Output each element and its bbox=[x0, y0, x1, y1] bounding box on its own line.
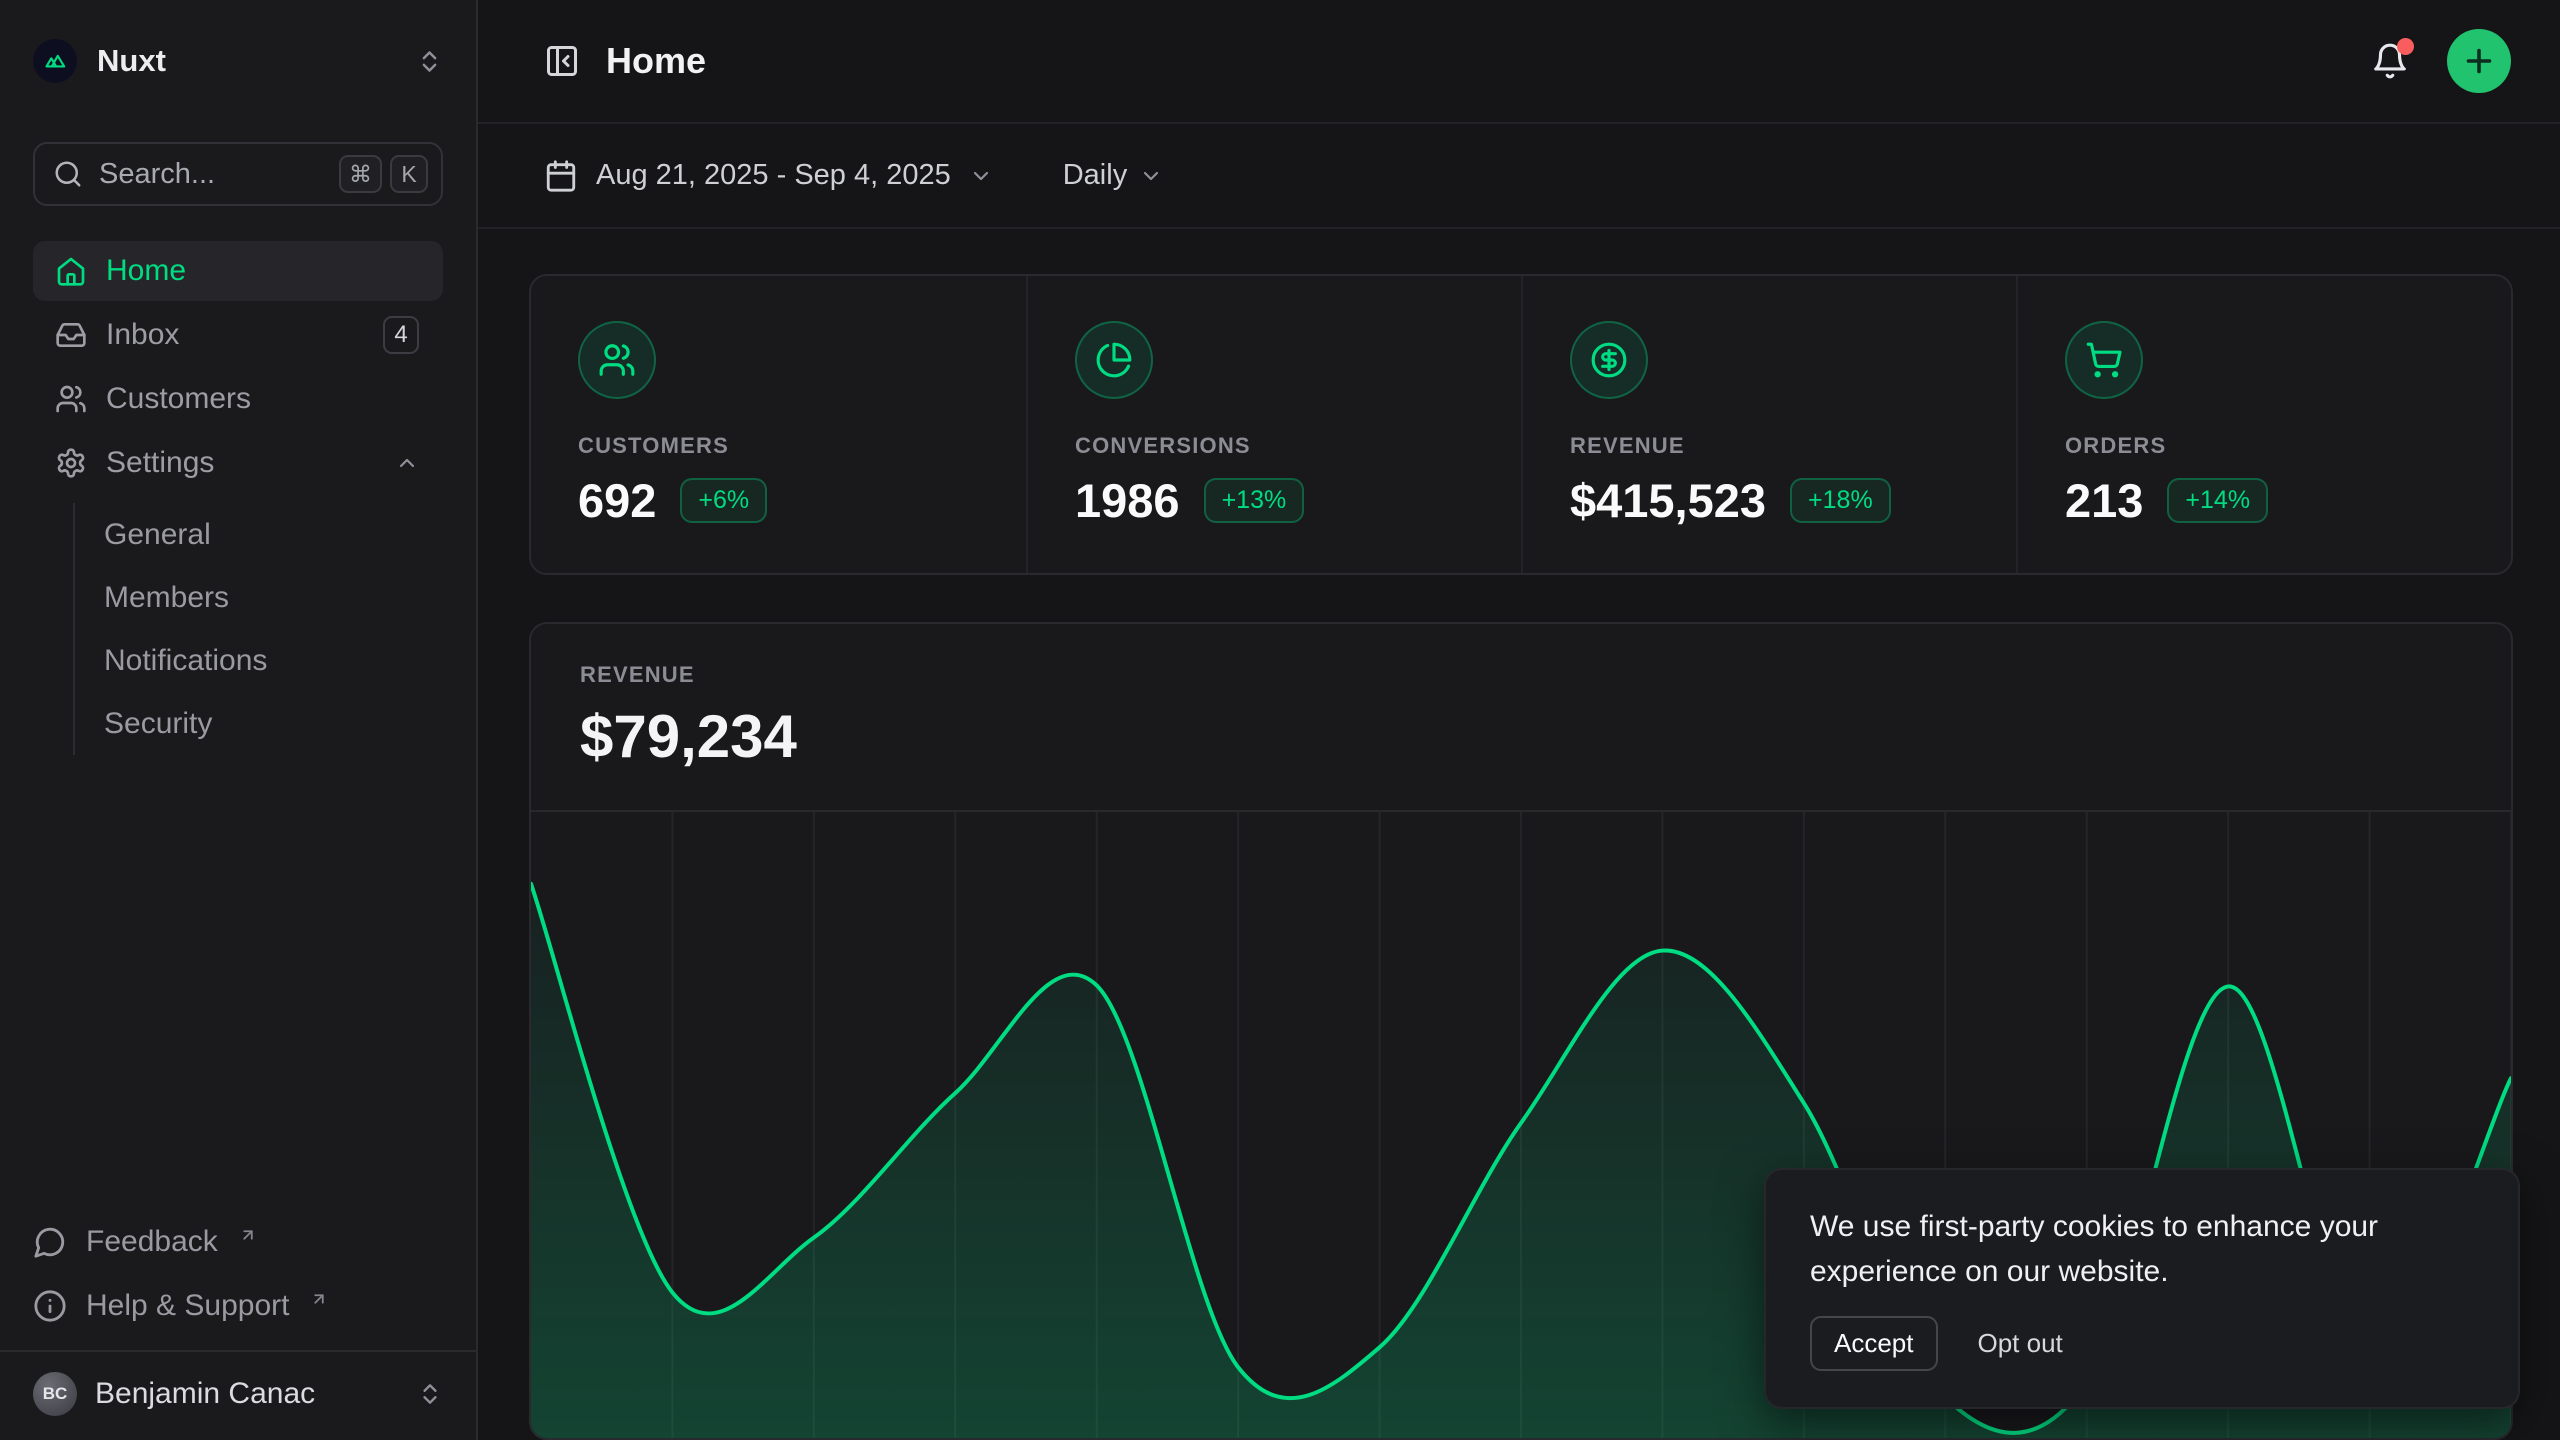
sidebar-item-inbox[interactable]: Inbox 4 bbox=[33, 305, 443, 365]
message-circle-icon bbox=[33, 1225, 67, 1259]
sidebar-item-security[interactable]: Security bbox=[104, 692, 443, 755]
inbox-icon bbox=[55, 319, 87, 351]
feedback-link[interactable]: Feedback bbox=[33, 1222, 443, 1262]
search-input[interactable]: Search... ⌘ K bbox=[33, 142, 443, 206]
arrow-up-right-icon bbox=[310, 1290, 328, 1308]
workspace-name: Nuxt bbox=[97, 43, 166, 79]
date-range-picker[interactable]: Aug 21, 2025 - Sep 4, 2025 bbox=[544, 159, 993, 193]
pie-chart-icon bbox=[1075, 321, 1153, 399]
sidebar-item-label: Customers bbox=[106, 382, 419, 416]
inbox-unread-badge: 4 bbox=[383, 316, 419, 354]
sidebar-item-home[interactable]: Home bbox=[33, 241, 443, 301]
sidebar-item-members[interactable]: Members bbox=[104, 566, 443, 629]
stat-card-conversions[interactable]: CONVERSIONS 1986 +13% bbox=[1026, 276, 1521, 573]
cookie-banner: We use first-party cookies to enhance yo… bbox=[1764, 1168, 2520, 1409]
sidebar-item-label: Settings bbox=[106, 446, 376, 480]
search-shortcut: ⌘ K bbox=[339, 155, 428, 193]
plus-icon bbox=[2461, 43, 2497, 79]
sidebar-item-customers[interactable]: Customers bbox=[33, 369, 443, 429]
shopping-cart-icon bbox=[2065, 321, 2143, 399]
settings-subnav: General Members Notifications Security bbox=[73, 503, 443, 755]
kbd-command: ⌘ bbox=[339, 155, 382, 193]
add-button[interactable] bbox=[2447, 29, 2511, 93]
home-icon bbox=[55, 255, 87, 287]
stat-value: 1986 bbox=[1075, 473, 1180, 528]
cookie-message: We use first-party cookies to enhance yo… bbox=[1810, 1204, 2474, 1294]
stat-label: CONVERSIONS bbox=[1075, 433, 1481, 459]
stat-delta-badge: +18% bbox=[1790, 478, 1891, 523]
user-name: Benjamin Canac bbox=[95, 1377, 315, 1411]
stat-card-revenue[interactable]: REVENUE $415,523 +18% bbox=[1521, 276, 2016, 573]
sidebar-item-label: Inbox bbox=[106, 318, 364, 352]
opt-out-button[interactable]: Opt out bbox=[1978, 1328, 2063, 1359]
arrow-up-right-icon bbox=[239, 1226, 257, 1244]
settings-icon bbox=[55, 447, 87, 479]
sidebar-inner: Nuxt Search... ⌘ K bbox=[0, 0, 476, 1350]
sidebar-item-settings[interactable]: Settings bbox=[33, 433, 443, 493]
cookie-actions: Accept Opt out bbox=[1810, 1316, 2474, 1371]
stats-grid: CUSTOMERS 692 +6% CONVERSIONS 1986 +13% bbox=[529, 274, 2513, 575]
app-root: Nuxt Search... ⌘ K bbox=[0, 0, 2560, 1440]
search-icon bbox=[53, 159, 83, 189]
sidebar-item-label: Home bbox=[106, 254, 419, 288]
stat-delta-badge: +14% bbox=[2167, 478, 2268, 523]
page-title: Home bbox=[606, 40, 706, 82]
help-support-link[interactable]: Help & Support bbox=[33, 1286, 443, 1326]
chevron-up-icon bbox=[395, 451, 419, 475]
revenue-chart-label: REVENUE bbox=[580, 662, 2511, 688]
users-icon bbox=[578, 321, 656, 399]
avatar: BC bbox=[33, 1372, 77, 1416]
toolbar: Aug 21, 2025 - Sep 4, 2025 Daily bbox=[478, 124, 2560, 229]
stat-value: 213 bbox=[2065, 473, 2143, 528]
chevrons-up-down-icon bbox=[417, 1381, 443, 1407]
kbd-k: K bbox=[390, 155, 428, 193]
users-icon bbox=[55, 383, 87, 415]
chevrons-up-down-icon[interactable] bbox=[416, 48, 443, 75]
sidebar-item-general[interactable]: General bbox=[104, 503, 443, 566]
stat-label: REVENUE bbox=[1570, 433, 1976, 459]
header-actions bbox=[2371, 29, 2511, 93]
sidebar-spacer bbox=[33, 757, 443, 1222]
workspace-switcher[interactable]: Nuxt bbox=[33, 38, 443, 84]
stat-value: 692 bbox=[578, 473, 656, 528]
sidebar: Nuxt Search... ⌘ K bbox=[0, 0, 478, 1440]
revenue-chart-total: $79,234 bbox=[580, 702, 2511, 771]
sidebar-item-notifications[interactable]: Notifications bbox=[104, 629, 443, 692]
panel-left-close-icon[interactable] bbox=[544, 43, 580, 79]
stat-value: $415,523 bbox=[1570, 473, 1766, 528]
chevron-down-icon bbox=[1139, 164, 1163, 188]
feedback-label: Feedback bbox=[86, 1225, 218, 1259]
granularity-dropdown[interactable]: Daily bbox=[1063, 159, 1163, 192]
granularity-label: Daily bbox=[1063, 159, 1127, 192]
sidebar-nav: Home Inbox 4 Customers bbox=[33, 241, 443, 757]
stat-label: CUSTOMERS bbox=[578, 433, 986, 459]
date-range-label: Aug 21, 2025 - Sep 4, 2025 bbox=[596, 159, 951, 192]
help-support-label: Help & Support bbox=[86, 1289, 289, 1323]
user-menu[interactable]: BC Benjamin Canac bbox=[0, 1352, 476, 1440]
calendar-icon bbox=[544, 159, 578, 193]
unread-dot bbox=[2397, 38, 2414, 55]
accept-button[interactable]: Accept bbox=[1810, 1316, 1938, 1371]
stat-card-orders[interactable]: ORDERS 213 +14% bbox=[2016, 276, 2511, 573]
page-header: Home bbox=[478, 0, 2560, 124]
info-icon bbox=[33, 1289, 67, 1323]
circle-dollar-icon bbox=[1570, 321, 1648, 399]
stat-label: ORDERS bbox=[2065, 433, 2471, 459]
notifications-button[interactable] bbox=[2371, 42, 2409, 80]
stat-card-customers[interactable]: CUSTOMERS 692 +6% bbox=[531, 276, 1026, 573]
nuxt-logo-icon bbox=[33, 39, 77, 83]
stat-delta-badge: +6% bbox=[680, 478, 767, 523]
stat-delta-badge: +13% bbox=[1204, 478, 1305, 523]
search-placeholder: Search... bbox=[99, 158, 323, 191]
revenue-chart-header: REVENUE $79,234 bbox=[531, 624, 2511, 771]
sidebar-footer-links: Feedback Help & Support bbox=[33, 1222, 443, 1326]
chevron-down-icon bbox=[969, 164, 993, 188]
